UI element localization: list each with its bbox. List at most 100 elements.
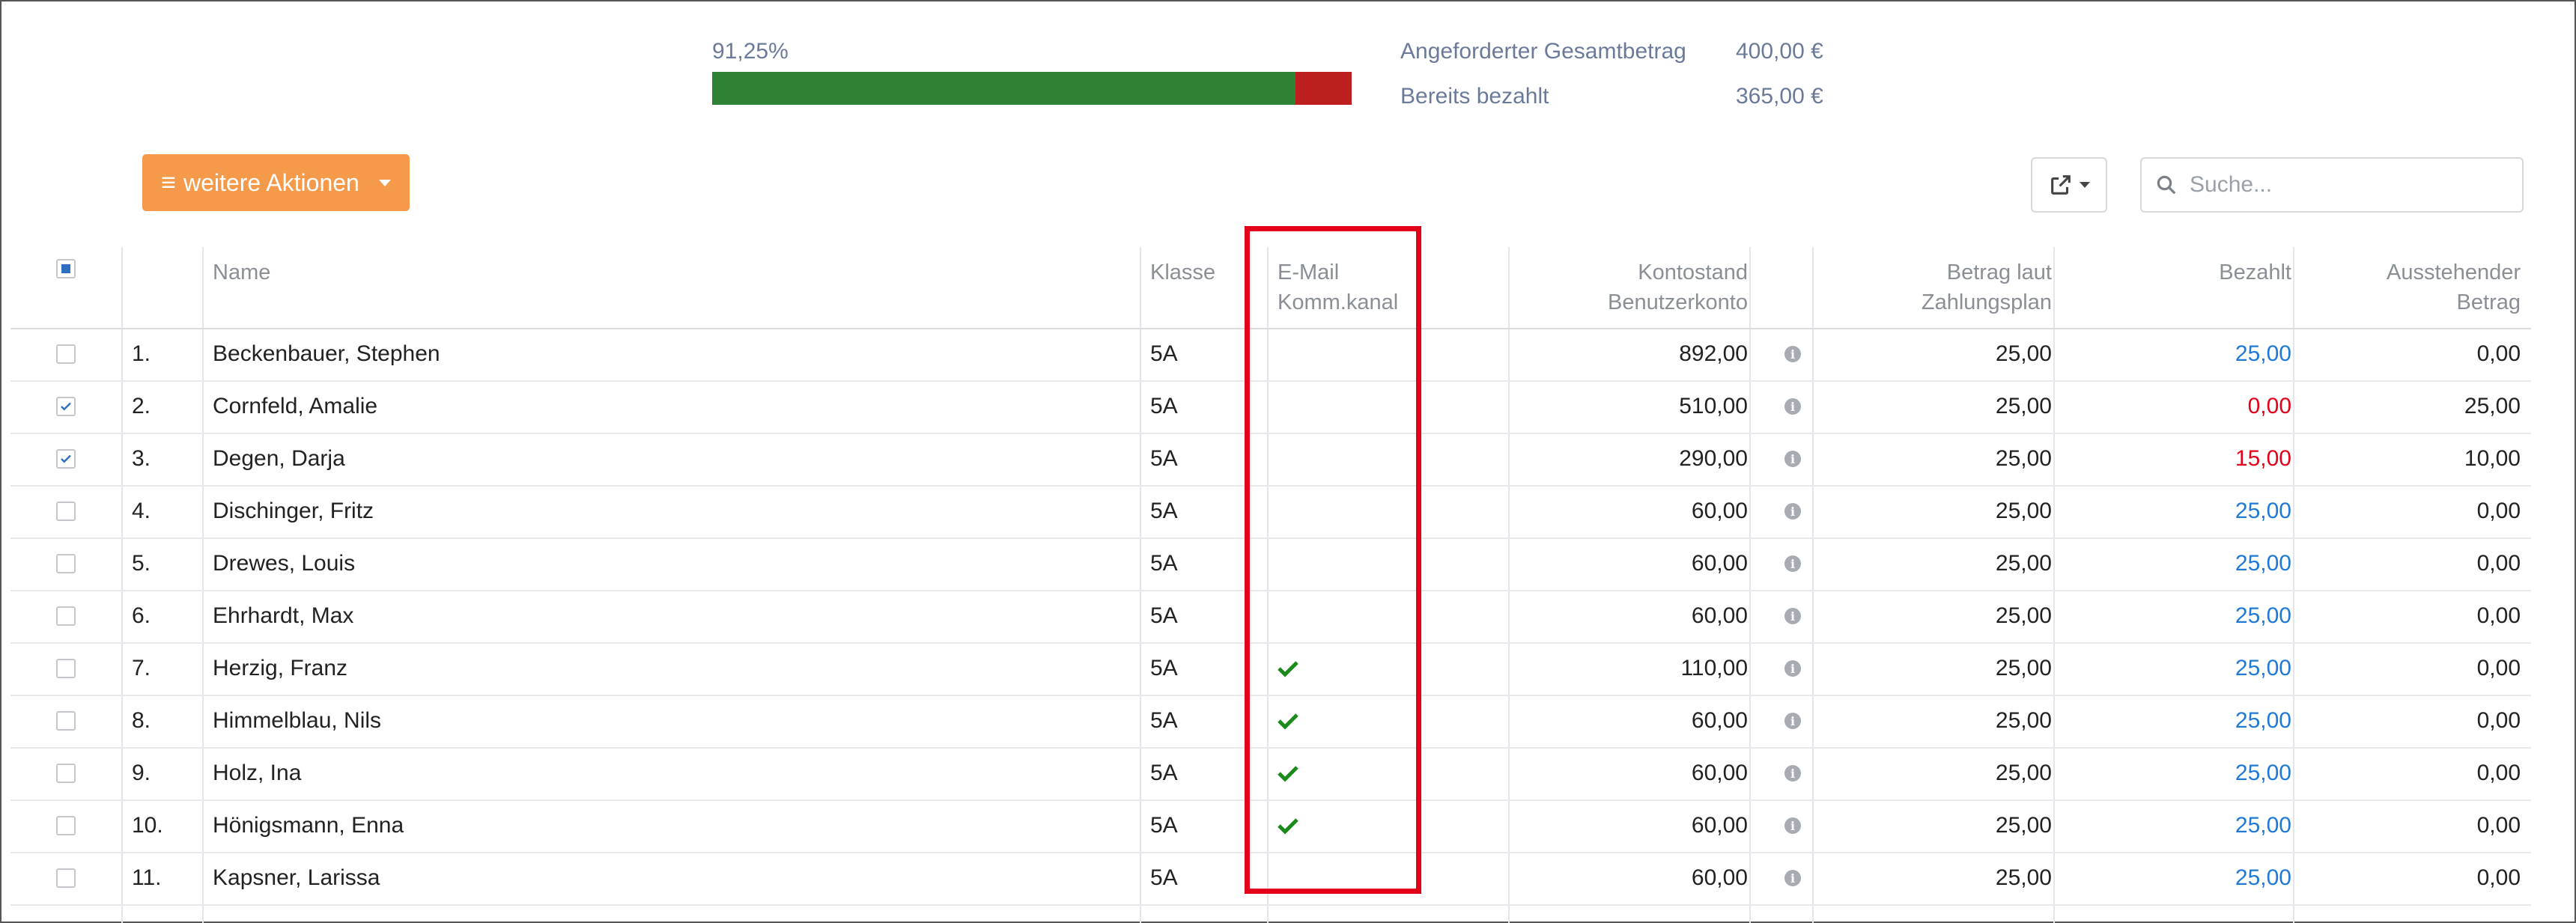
- table-row[interactable]: 5. Drewes, Louis 5A 60,00 i 25,00 25,00 …: [10, 537, 2531, 591]
- row-select-cell: [10, 380, 121, 433]
- header-email-line1: E-Mail: [1278, 261, 1340, 284]
- export-button[interactable]: [2031, 157, 2107, 213]
- header-class[interactable]: Klasse: [1140, 247, 1267, 328]
- student-class: 5A: [1150, 708, 1178, 733]
- select-all-checkbox[interactable]: [56, 259, 76, 278]
- search-box[interactable]: [2140, 157, 2524, 213]
- row-select-cell: [10, 642, 121, 695]
- row-checkbox[interactable]: [56, 554, 76, 573]
- info-cell: i: [1761, 328, 1824, 380]
- info-icon[interactable]: i: [1784, 398, 1801, 415]
- student-name: Cornfeld, Amalie: [213, 394, 378, 418]
- row-checkbox[interactable]: [56, 344, 76, 364]
- student-name: Himmelblau, Nils: [213, 708, 382, 733]
- info-cell: i: [1761, 747, 1824, 799]
- checkmark-icon: [61, 402, 71, 411]
- student-name: Kapsner, Larissa: [213, 865, 380, 890]
- paid-amount[interactable]: 25,00: [2065, 485, 2305, 537]
- table-row[interactable]: 10. Hönigsmann, Enna 5A 60,00 i 25,00 25…: [10, 799, 2531, 853]
- student-name: Hönigsmann, Enna: [213, 813, 404, 838]
- row-checkbox[interactable]: [56, 502, 76, 521]
- header-email-line2: Komm.kanal: [1278, 290, 1399, 314]
- info-cell: i: [1761, 642, 1824, 695]
- student-name: Ehrhardt, Max: [213, 603, 354, 628]
- student-class: 5A: [1150, 865, 1178, 890]
- row-number: 11.: [132, 865, 162, 890]
- header-outstanding[interactable]: Ausstehender Betrag: [2305, 247, 2531, 328]
- info-icon[interactable]: i: [1784, 870, 1801, 886]
- info-icon[interactable]: i: [1784, 713, 1801, 729]
- more-actions-button[interactable]: ≡ weitere Aktionen: [142, 154, 410, 211]
- email-channel-cell: [1267, 433, 1520, 485]
- email-channel-cell: [1267, 485, 1520, 537]
- info-cell: i: [1761, 590, 1824, 642]
- header-konto-line1: Kontostand: [1638, 261, 1748, 284]
- paid-amount[interactable]: 25,00: [2065, 799, 2305, 852]
- row-number: 6.: [132, 603, 151, 628]
- email-channel-cell: [1267, 590, 1520, 642]
- header-account-balance[interactable]: Kontostand Benutzerkonto: [1520, 247, 1761, 328]
- row-checkbox[interactable]: [56, 764, 76, 783]
- email-channel-cell: [1267, 747, 1520, 799]
- row-checkbox[interactable]: [56, 397, 76, 416]
- table-row[interactable]: 8. Himmelblau, Nils 5A 60,00 i 25,00 25,…: [10, 695, 2531, 749]
- row-checkbox[interactable]: [56, 868, 76, 888]
- info-icon[interactable]: i: [1784, 451, 1801, 467]
- account-balance: 60,00: [1691, 865, 1748, 890]
- info-icon[interactable]: i: [1784, 765, 1801, 782]
- paid-amount[interactable]: 25,00: [2065, 642, 2305, 695]
- paid-amount[interactable]: 25,00: [2065, 695, 2305, 747]
- account-balance: 60,00: [1691, 551, 1748, 576]
- student-class: 5A: [1150, 341, 1178, 366]
- table-row[interactable]: 11. Kapsner, Larissa 5A 60,00 i 25,00 25…: [10, 852, 2531, 906]
- table-row[interactable]: 1. Beckenbauer, Stephen 5A 892,00 i 25,0…: [10, 328, 2531, 382]
- paid-amount[interactable]: 25,00: [2065, 747, 2305, 799]
- outstanding-amount: 0,00: [2476, 551, 2521, 576]
- paid-amount[interactable]: 0,00: [2065, 380, 2305, 433]
- info-icon[interactable]: i: [1784, 503, 1801, 520]
- row-checkbox[interactable]: [56, 711, 76, 731]
- email-channel-check-icon: [1278, 661, 1298, 677]
- table-row[interactable]: 2. Cornfeld, Amalie 5A 510,00 i 25,00 0,…: [10, 380, 2531, 434]
- header-email-channel[interactable]: E-Mail Komm.kanal: [1267, 247, 1520, 328]
- info-icon[interactable]: i: [1784, 660, 1801, 677]
- row-number: 9.: [132, 761, 151, 785]
- header-name[interactable]: Name: [202, 247, 1140, 328]
- header-paid[interactable]: Bezahlt: [2065, 247, 2305, 328]
- paid-amount[interactable]: 25,00: [2065, 537, 2305, 590]
- search-icon: [2157, 175, 2176, 195]
- table-row[interactable]: 7. Herzig, Franz 5A 110,00 i 25,00 25,00…: [10, 642, 2531, 696]
- email-channel-cell: [1267, 642, 1520, 695]
- row-checkbox[interactable]: [56, 606, 76, 626]
- student-class: 5A: [1150, 499, 1178, 523]
- paid-amount[interactable]: 15,00: [2065, 433, 2305, 485]
- row-select-cell: [10, 537, 121, 590]
- info-icon[interactable]: i: [1784, 346, 1801, 362]
- info-icon[interactable]: i: [1784, 608, 1801, 624]
- paid-amount[interactable]: 25,00: [2065, 590, 2305, 642]
- header-open-line1: Ausstehender: [2387, 261, 2521, 284]
- email-channel-cell: [1267, 537, 1520, 590]
- search-input[interactable]: [2188, 171, 2506, 198]
- account-balance: 110,00: [1680, 656, 1748, 680]
- table-row[interactable]: 9. Holz, Ina 5A 60,00 i 25,00 25,00 0,00: [10, 747, 2531, 801]
- export-icon: [2051, 175, 2071, 195]
- plan-amount: 25,00: [1995, 394, 2052, 418]
- paid-amount[interactable]: 25,00: [2065, 852, 2305, 904]
- info-icon[interactable]: i: [1784, 555, 1801, 572]
- outstanding-amount: 25,00: [2464, 394, 2521, 418]
- header-plan-amount[interactable]: Betrag laut Zahlungsplan: [1824, 247, 2065, 328]
- paid-amount[interactable]: 25,00: [2065, 328, 2305, 380]
- info-cell: i: [1761, 852, 1824, 904]
- plan-amount: 25,00: [1995, 761, 2052, 785]
- info-icon[interactable]: i: [1784, 817, 1801, 834]
- row-checkbox[interactable]: [56, 449, 76, 469]
- table-row[interactable]: 3. Degen, Darja 5A 290,00 i 25,00 15,00 …: [10, 433, 2531, 487]
- row-checkbox[interactable]: [56, 659, 76, 678]
- table-row[interactable]: 4. Dischinger, Fritz 5A 60,00 i 25,00 25…: [10, 485, 2531, 539]
- row-checkbox[interactable]: [56, 816, 76, 835]
- row-number: 7.: [132, 656, 151, 680]
- row-select-cell: [10, 695, 121, 747]
- row-select-cell: [10, 747, 121, 799]
- table-row[interactable]: 6. Ehrhardt, Max 5A 60,00 i 25,00 25,00 …: [10, 590, 2531, 644]
